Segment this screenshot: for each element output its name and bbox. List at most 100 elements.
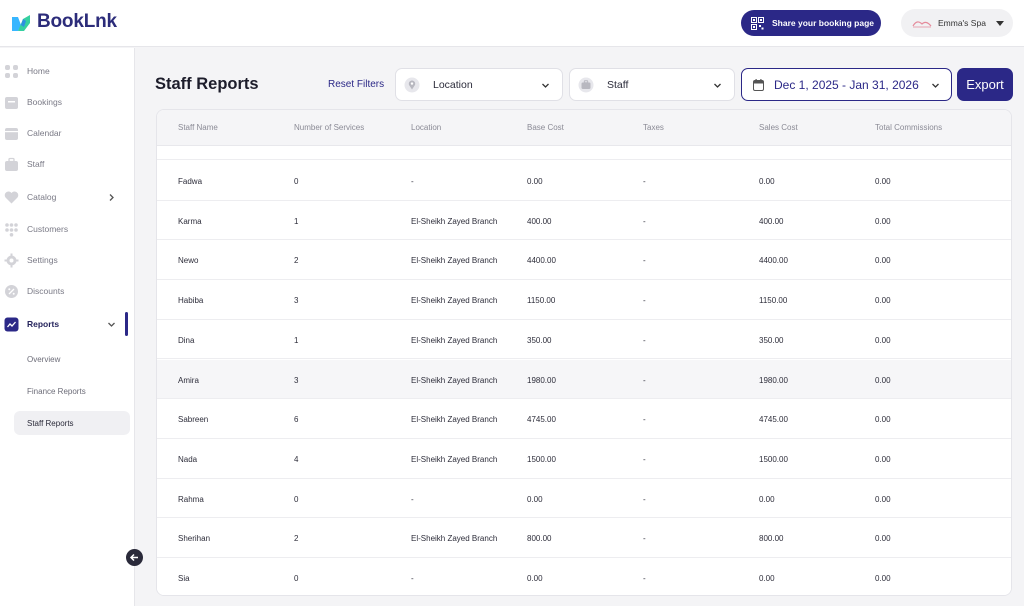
sidebar-item-calendar[interactable]: Calendar (0, 121, 135, 145)
booklnk-logo-icon (12, 15, 30, 31)
table-row[interactable]: Habiba 3 El-Sheikh Zayed Branch 1150.00 - 115… (157, 280, 1011, 320)
table-cell: - (643, 534, 646, 544)
location-select[interactable]: Location (395, 68, 563, 101)
table-cell: 0.00 (759, 494, 775, 504)
table-cell: El-Sheikh Zayed Branch (411, 415, 498, 425)
table-cell: Rahma (178, 494, 204, 504)
table-cell: 1150.00 (527, 296, 556, 306)
calendar-icon (5, 127, 18, 140)
table-cell: 4400.00 (759, 256, 788, 266)
sidebar-item-home[interactable]: Home (0, 59, 135, 83)
table-row[interactable]: Karma 1 El-Sheikh Zayed Branch 400.00 - 400.0… (157, 200, 1011, 241)
table-cell: 350.00 (527, 335, 552, 345)
table-cell: 0.00 (527, 574, 543, 583)
table-cell: Sia (178, 574, 190, 583)
gear-icon (4, 253, 19, 267)
bookings-icon (5, 96, 18, 109)
sidebar-item-catalog[interactable]: Catalog (0, 185, 135, 209)
briefcase-icon (5, 157, 18, 171)
table-cell: 6 (294, 415, 299, 425)
table-row[interactable]: Fadwa 0 - 0.00 - 0.00 0.00 (157, 161, 1011, 201)
table-row[interactable]: Nada 4 El-Sheikh Zayed Branch 1500.00 - 1500.… (157, 438, 1011, 479)
table-row[interactable]: Sia 0 - 0.00 - 0.00 0.00 (157, 558, 1011, 595)
column-header[interactable]: Number of Services (294, 123, 364, 132)
app-name: BookLnk (37, 11, 117, 32)
table-cell: 0.00 (875, 177, 891, 186)
sidebar-item-label: Home (27, 66, 50, 76)
column-header[interactable]: Staff Name (178, 123, 218, 132)
table-cell: 0.00 (875, 375, 891, 385)
table-row[interactable]: Sherihan 2 El-Sheikh Zayed Branch 800.00 - 80… (157, 518, 1011, 558)
table-cell: Habiba (178, 296, 204, 306)
top-bar: BookLnk Share your booking page Emma's S… (0, 0, 1024, 47)
table-row[interactable]: Amira 3 El-Sheikh Zayed Branch 1980.00 - 1980… (157, 359, 1011, 400)
table-cell: 1 (294, 335, 299, 345)
table-cell: 0.00 (875, 494, 891, 504)
sidebar-item-reports[interactable]: Reports (0, 312, 135, 336)
date-range-label: Dec 1, 2025 - Jan 31, 2026 (774, 77, 919, 92)
table-cell: 1980.00 (527, 375, 556, 385)
sidebar-item-customers[interactable]: Customers (0, 217, 135, 241)
chevron-right-icon (109, 193, 114, 201)
table-row[interactable]: Rahma 0 - 0.00 - 0.00 0.00 (157, 478, 1011, 519)
table-cell: Dina (178, 335, 195, 345)
table-cell: 400.00 (759, 216, 784, 226)
column-header[interactable]: Sales Cost (759, 123, 798, 132)
account-name: Emma's Spa (938, 18, 986, 28)
table-cell: 3 (294, 296, 299, 306)
collapse-sidebar-button[interactable] (126, 549, 143, 566)
column-header[interactable]: Taxes (643, 123, 664, 132)
table-cell: 0.00 (527, 494, 543, 504)
table-cell: 800.00 (527, 534, 552, 544)
table-cell: 1500.00 (527, 454, 556, 464)
sidebar-subitem-staff-reports[interactable]: Staff Reports (14, 411, 130, 435)
table-cell: Sabreen (178, 415, 209, 425)
table-cell: 1980.00 (759, 375, 788, 385)
table-row[interactable]: Sabreen 6 El-Sheikh Zayed Branch 4745.00 - 47… (157, 399, 1011, 439)
qr-code-icon (751, 16, 764, 30)
table-cell: 0.00 (875, 296, 891, 306)
column-header[interactable]: Location (411, 123, 441, 132)
share-booking-page-label: Share your booking page (772, 18, 875, 28)
sidebar-item-discounts[interactable]: Discounts (0, 279, 135, 303)
sidebar-item-label: Bookings (27, 97, 62, 107)
chevron-down-icon (108, 322, 115, 327)
table-row[interactable]: Dina 1 El-Sheikh Zayed Branch 350.00 - 350.00… (157, 319, 1011, 360)
table-row[interactable]: Newo 2 El-Sheikh Zayed Branch 4400.00 - 4400.… (157, 240, 1011, 281)
table-cell: - (643, 454, 646, 464)
table-cell: Amira (178, 375, 199, 385)
account-switcher[interactable]: Emma's Spa (901, 9, 1013, 37)
sidebar-item-bookings[interactable]: Bookings (0, 90, 135, 114)
heart-icon (4, 191, 19, 203)
table-cell: 0.00 (875, 216, 891, 226)
table-cell: El-Sheikh Zayed Branch (411, 256, 498, 266)
sidebar-item-label: Settings (27, 255, 58, 265)
sidebar-item-settings[interactable]: Settings (0, 248, 135, 272)
export-button[interactable]: Export (957, 68, 1013, 101)
table-cell: 350.00 (759, 335, 784, 345)
date-range-picker[interactable]: Dec 1, 2025 - Jan 31, 2026 (741, 68, 952, 101)
app-logo[interactable]: BookLnk (10, 11, 117, 33)
table-cell: 3 (294, 375, 299, 385)
sidebar-subitem-overview[interactable]: Overview (14, 347, 130, 371)
table-spacer (157, 146, 1011, 160)
column-header[interactable]: Base Cost (527, 123, 564, 132)
table-cell: 2 (294, 534, 299, 544)
table-cell: - (643, 256, 646, 266)
table-cell: 4 (294, 454, 299, 464)
staff-select[interactable]: Staff (569, 68, 735, 101)
reset-filters-link[interactable]: Reset Filters (328, 79, 384, 90)
sidebar-subitem-finance-reports[interactable]: Finance Reports (14, 379, 130, 403)
table-cell: - (643, 296, 646, 306)
sidebar-item-staff[interactable]: Staff (0, 152, 135, 176)
table-cell: El-Sheikh Zayed Branch (411, 375, 498, 385)
sidebar-item-label: Reports (27, 319, 60, 329)
table-cell: 0.00 (875, 415, 891, 425)
table-cell: 0.00 (875, 256, 891, 266)
column-header[interactable]: Total Commissions (875, 123, 942, 132)
caret-down-icon (995, 20, 1004, 26)
location-select-label: Location (433, 78, 473, 91)
table-cell: 1 (294, 216, 299, 226)
share-booking-page-button[interactable]: Share your booking page (741, 10, 881, 36)
discount-icon (5, 284, 18, 298)
